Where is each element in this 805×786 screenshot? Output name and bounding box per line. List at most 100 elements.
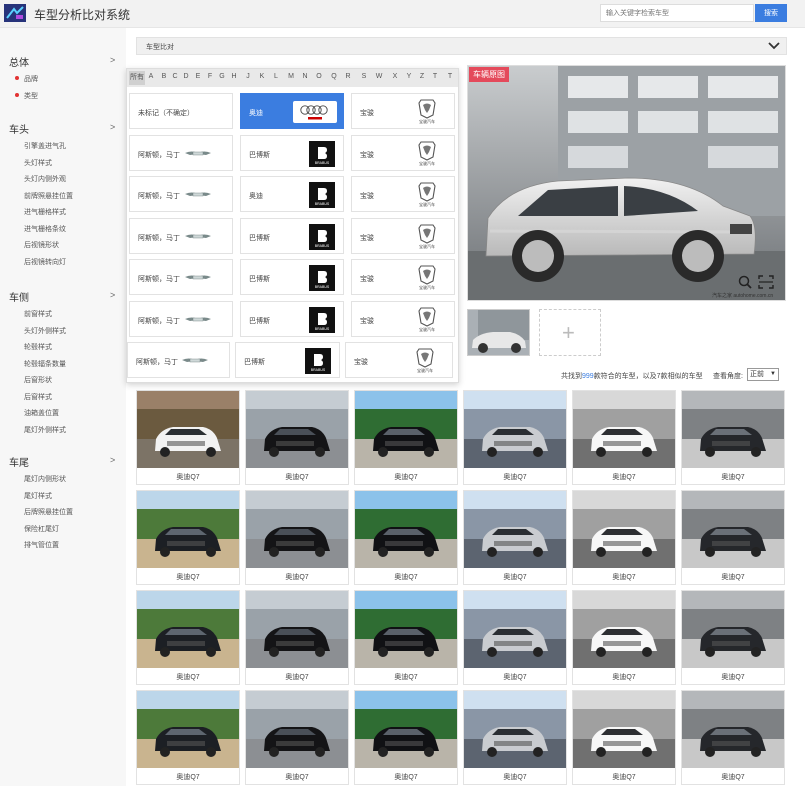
sidebar-item[interactable]: 轮毂样式 (24, 342, 52, 352)
brand-option[interactable]: 阿斯顿，马丁 (129, 176, 233, 212)
alphabet-filter-21[interactable]: Z (416, 73, 428, 80)
chevron-right-icon[interactable]: > (110, 55, 115, 65)
sidebar-item[interactable]: 后视镜转向灯 (24, 257, 66, 267)
sidebar-item[interactable]: 进气栅格条纹 (24, 224, 66, 234)
car-result-card[interactable]: 奥迪Q7 (463, 490, 567, 585)
alphabet-filter-22[interactable]: T (429, 73, 441, 80)
thumbnail-image[interactable] (467, 309, 530, 356)
brand-option[interactable]: 宝骏 宝骏汽车 (351, 93, 455, 129)
sidebar-item[interactable]: 轮毂辐条数量 (24, 359, 66, 369)
alphabet-filter-10[interactable]: K (256, 73, 268, 80)
zoom-icon[interactable] (738, 275, 752, 289)
sidebar-item[interactable]: 油箱盖位置 (24, 408, 59, 418)
alphabet-filter-0[interactable]: 所有 (129, 71, 145, 85)
car-result-card[interactable]: 奥迪Q7 (354, 690, 458, 785)
brand-option[interactable]: 宝骏 宝骏汽车 (351, 300, 455, 337)
brand-option[interactable]: 奥迪 (240, 93, 344, 129)
brand-option[interactable]: 阿斯顿，马丁 (129, 134, 233, 171)
car-result-card[interactable]: 奥迪Q7 (681, 590, 785, 685)
brand-option[interactable]: 未标记（不确定） (129, 93, 233, 129)
sidebar-item[interactable]: 后视镜形状 (24, 240, 59, 250)
sidebar-item[interactable]: 头灯内侧外观 (24, 174, 66, 184)
brand-option[interactable]: 奥迪 BRABUS (240, 176, 344, 212)
alphabet-filter-7[interactable]: G (216, 73, 228, 80)
sidebar-section-0[interactable]: 总体 (9, 54, 29, 69)
brand-option[interactable]: 宝骏 宝骏汽车 (351, 217, 455, 254)
alphabet-filter-18[interactable]: W (373, 73, 385, 80)
car-result-card[interactable]: 奥迪Q7 (463, 690, 567, 785)
car-result-card[interactable]: 奥迪Q7 (572, 690, 676, 785)
alphabet-filter-20[interactable]: Y (403, 73, 415, 80)
brand-option[interactable]: 宝骏 宝骏汽车 (345, 342, 453, 378)
alphabet-filter-16[interactable]: R (342, 73, 354, 80)
car-result-card[interactable]: 奥迪Q7 (354, 590, 458, 685)
alphabet-filter-9[interactable]: J (242, 73, 254, 80)
brand-option[interactable]: 阿斯顿，马丁 (129, 217, 233, 254)
alphabet-filter-14[interactable]: O (313, 73, 325, 80)
chevron-down-icon[interactable] (767, 40, 781, 52)
brand-option[interactable]: 阿斯顿，马丁 (127, 342, 230, 378)
sidebar-item[interactable]: 前窗样式 (24, 309, 52, 319)
alphabet-filter-12[interactable]: M (285, 73, 297, 80)
car-result-card[interactable]: 奥迪Q7 (463, 590, 567, 685)
add-image-button[interactable]: + (539, 309, 601, 356)
car-result-card[interactable]: 奥迪Q7 (463, 390, 567, 485)
brand-option[interactable]: 阿斯顿，马丁 (129, 259, 233, 295)
car-result-card[interactable]: 奥迪Q7 (245, 590, 349, 685)
sidebar-item[interactable]: 尾灯样式 (24, 491, 52, 501)
car-result-card[interactable]: 奥迪Q7 (572, 390, 676, 485)
sidebar-item[interactable]: 后牌照悬挂位置 (24, 507, 73, 517)
sidebar-item[interactable]: 头灯外侧样式 (24, 326, 66, 336)
sidebar-item[interactable]: 类型 (24, 91, 38, 101)
chevron-right-icon[interactable]: > (110, 290, 115, 300)
brand-option[interactable]: 宝骏 宝骏汽车 (351, 176, 455, 212)
car-result-card[interactable]: 奥迪Q7 (681, 690, 785, 785)
brand-option[interactable]: 巴博斯 BRABUS (240, 300, 344, 337)
car-result-card[interactable]: 奥迪Q7 (136, 590, 240, 685)
sidebar-item[interactable]: 保险杠尾灯 (24, 524, 59, 534)
car-result-card[interactable]: 奥迪Q7 (681, 390, 785, 485)
car-result-card[interactable]: 奥迪Q7 (354, 390, 458, 485)
alphabet-filter-5[interactable]: E (192, 73, 204, 80)
alphabet-filter-8[interactable]: H (228, 73, 240, 80)
sidebar-item[interactable]: 排气管位置 (24, 540, 59, 550)
alphabet-filter-4[interactable]: D (180, 73, 192, 80)
car-result-card[interactable]: 奥迪Q7 (354, 490, 458, 585)
car-result-card[interactable]: 奥迪Q7 (245, 390, 349, 485)
alphabet-filter-13[interactable]: N (299, 73, 311, 80)
alphabet-filter-17[interactable]: S (358, 73, 370, 80)
brand-option[interactable]: 巴博斯 BRABUS (240, 134, 344, 171)
car-result-card[interactable]: 奥迪Q7 (136, 690, 240, 785)
sidebar-section-1[interactable]: 车头 (9, 121, 29, 136)
sidebar-item[interactable]: 头灯样式 (24, 158, 52, 168)
alphabet-filter-15[interactable]: Q (328, 73, 340, 80)
sidebar-item[interactable]: 进气栅格样式 (24, 207, 66, 217)
alphabet-filter-23[interactable]: T (444, 73, 456, 80)
car-result-card[interactable]: 奥迪Q7 (681, 490, 785, 585)
sidebar-item[interactable]: 品牌 (24, 74, 38, 84)
alphabet-filter-1[interactable]: A (145, 73, 157, 80)
search-input[interactable] (600, 4, 754, 22)
sidebar-item[interactable]: 后窗形状 (24, 375, 52, 385)
chevron-right-icon[interactable]: > (110, 122, 115, 132)
sidebar-section-3[interactable]: 车尾 (9, 454, 29, 469)
car-result-card[interactable]: 奥迪Q7 (136, 390, 240, 485)
brand-option[interactable]: 宝骏 宝骏汽车 (351, 259, 455, 295)
alphabet-filter-11[interactable]: L (270, 73, 282, 80)
search-button[interactable]: 搜索 (755, 4, 787, 22)
chevron-right-icon[interactable]: > (110, 455, 115, 465)
sidebar-item[interactable]: 引擎盖进气孔 (24, 141, 66, 151)
sidebar-item[interactable]: 尾灯内侧形状 (24, 474, 66, 484)
car-result-card[interactable]: 奥迪Q7 (572, 490, 676, 585)
brand-option[interactable]: 巴博斯 BRABUS (240, 217, 344, 254)
car-result-card[interactable]: 奥迪Q7 (245, 490, 349, 585)
brand-option[interactable]: 宝骏 宝骏汽车 (351, 134, 455, 171)
brand-option[interactable]: 巴博斯 BRABUS (240, 259, 344, 295)
alphabet-filter-6[interactable]: F (204, 73, 216, 80)
car-result-card[interactable]: 奥迪Q7 (245, 690, 349, 785)
sidebar-item[interactable]: 前牌照悬挂位置 (24, 191, 73, 201)
brand-option[interactable]: 巴博斯 BRABUS (235, 342, 340, 378)
scan-icon[interactable] (758, 275, 774, 289)
angle-select[interactable]: 正前 ▼ (747, 368, 779, 381)
car-result-card[interactable]: 奥迪Q7 (572, 590, 676, 685)
